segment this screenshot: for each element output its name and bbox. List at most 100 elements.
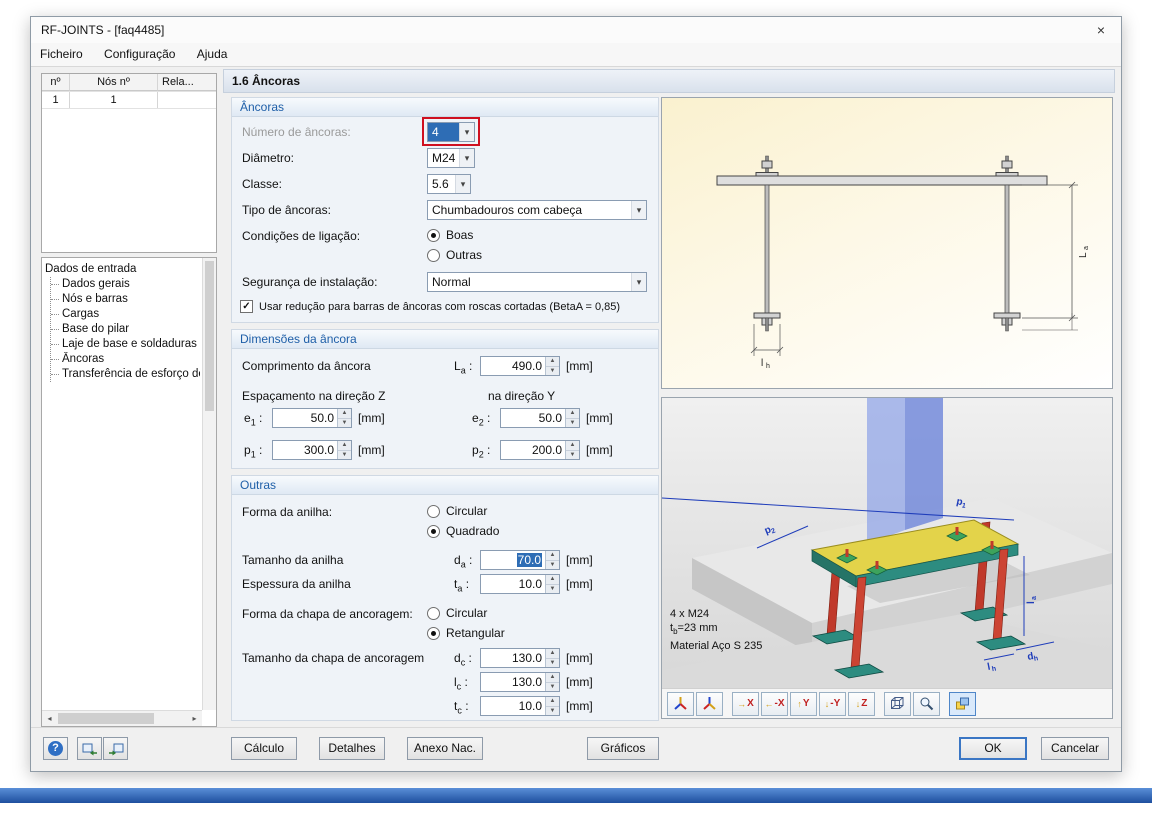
e2-input[interactable]: 50.0 ▲ ▼ [500,408,580,428]
tc-input[interactable]: 10.0 ▲ ▼ [480,696,560,716]
calculation-button[interactable]: Cálculo [231,737,297,760]
column-header-no: nº [42,74,70,91]
lc-input[interactable]: 130.0 ▲ ▼ [480,672,560,692]
scroll-right-icon[interactable]: ▸ [187,711,202,726]
spin-down-icon[interactable]: ▼ [338,450,351,459]
radio-plate-circular[interactable]: Circular [427,605,487,621]
zoom-button[interactable] [913,691,940,716]
help-button[interactable]: ? [43,737,68,760]
menu-ficheiro[interactable]: Ficheiro [31,43,92,65]
dropdown-arrow-icon: ▾ [459,123,474,141]
tree-item-dados-gerais[interactable]: Dados gerais [51,277,200,292]
group-dimensoes: Dimensões da âncora Comprimento da âncor… [231,329,659,469]
graphics-button[interactable]: Gráficos [587,737,659,760]
view-in-z-button[interactable]: ↓ Z [848,691,875,716]
e1-input[interactable]: 50.0 ▲ ▼ [272,408,352,428]
details-button[interactable]: Detalhes [319,737,385,760]
reduction-checkbox-row[interactable]: ✓ Usar redução para barras de âncoras co… [240,300,620,313]
lc-symbol: lc : [454,675,468,692]
ok-button[interactable]: OK [959,737,1027,760]
spin-up-icon[interactable]: ▲ [546,575,559,585]
spin-down-icon[interactable]: ▼ [546,560,559,569]
isometric-view-button-1[interactable] [667,691,694,716]
group-ancoras: Âncoras Número de âncoras: 4 ▾ Diâmetro:… [231,97,659,323]
radio-conditions-other[interactable]: Outras [427,247,482,263]
table-row[interactable]: 1 1 [42,92,216,109]
anchor-type-label: Tipo de âncoras: [242,203,331,217]
view-against-y-button[interactable]: ↓ -Y [819,691,846,716]
radio-unselected-icon [427,606,440,620]
spin-down-icon[interactable]: ▼ [546,658,559,667]
spin-up-icon[interactable]: ▲ [566,409,579,419]
menu-ajuda[interactable]: Ajuda [188,43,237,65]
washer-size-input[interactable]: 70.0 ▲ ▼ [480,550,560,570]
view-against-x-button[interactable]: ← -X [761,691,788,716]
spin-down-icon[interactable]: ▼ [546,706,559,715]
p1-input[interactable]: 300.0 ▲ ▼ [272,440,352,460]
scrollbar-thumb[interactable] [58,713,154,724]
tree-item-base-do-pilar[interactable]: Base do pilar [51,322,200,337]
isometric-view-button-2[interactable] [696,691,723,716]
direction-arrow-icon: ↓ [824,698,830,709]
class-combobox[interactable]: 5.6 ▾ [427,174,471,194]
washer-thickness-input[interactable]: 10.0 ▲ ▼ [480,574,560,594]
render-3d-viewport[interactable]: p 1 p 2 l a l h d h 4 x M24 tb=23 mm Mat… [661,398,1112,689]
radio-conditions-good[interactable]: Boas [427,227,473,243]
info-plate-thickness: tb=23 mm [670,621,718,636]
tree-horizontal-scrollbar[interactable]: ◂ ▸ [42,710,202,726]
national-annex-button[interactable]: Anexo Nac. [407,737,483,760]
svg-text:l: l [1026,601,1037,604]
spin-up-icon[interactable]: ▲ [546,697,559,707]
menu-configuracao[interactable]: Configuração [95,43,184,65]
cancel-button[interactable]: Cancelar [1041,737,1109,760]
group-dimensoes-title: Dimensões da âncora [232,330,658,349]
checkbox-checked-icon[interactable]: ✓ [240,300,253,313]
dc-input[interactable]: 130.0 ▲ ▼ [480,648,560,668]
perspective-view-button[interactable] [884,691,911,716]
anchor-length-input[interactable]: 490.0 ▲ ▼ [480,356,560,376]
tree-root-dados-de-entrada[interactable]: Dados de entrada [45,261,200,277]
spin-up-icon[interactable]: ▲ [338,441,351,451]
spin-down-icon[interactable]: ▼ [566,418,579,427]
spin-down-icon[interactable]: ▼ [566,450,579,459]
tree-item-laje-de-base[interactable]: Laje de base e soldaduras [51,337,200,352]
radio-washer-square[interactable]: Quadrado [427,523,499,539]
transfer-input-button-1[interactable] [77,737,102,760]
help-icon: ? [48,741,63,756]
anchor-type-combobox[interactable]: Chumbadouros com cabeça ▾ [427,200,647,220]
scroll-left-icon[interactable]: ◂ [42,711,57,726]
rf-joints-dialog: RF-JOINTS - [faq4485] × Ficheiro Configu… [30,16,1122,772]
scrollbar-thumb[interactable] [205,261,214,411]
tree-item-nos-e-barras[interactable]: Nós e barras [51,292,200,307]
spin-down-icon[interactable]: ▼ [546,366,559,375]
tree-vertical-scrollbar[interactable] [202,258,216,710]
num-anchors-combobox[interactable]: 4 ▾ [427,122,475,142]
tree-item-cargas[interactable]: Cargas [51,307,200,322]
tree-item-ancoras[interactable]: Âncoras [51,352,200,367]
diameter-combobox[interactable]: M24 ▾ [427,148,475,168]
spin-up-icon[interactable]: ▲ [546,673,559,683]
title-bar: RF-JOINTS - [faq4485] × [31,17,1121,43]
close-icon[interactable]: × [1089,20,1113,40]
render-mode-button[interactable] [949,691,976,716]
unit-label: [mm] [566,577,593,591]
spin-down-icon[interactable]: ▼ [546,584,559,593]
spin-up-icon[interactable]: ▲ [338,409,351,419]
spin-down-icon[interactable]: ▼ [546,682,559,691]
spin-up-icon[interactable]: ▲ [546,551,559,561]
layers-icon [956,697,969,710]
spin-up-icon[interactable]: ▲ [546,357,559,367]
view-in-y-button[interactable]: ↑ Y [790,691,817,716]
tree-item-transferencia[interactable]: Transferência de esforço de co [51,367,200,382]
spin-down-icon[interactable]: ▼ [338,418,351,427]
radio-plate-rectangular[interactable]: Retangular [427,625,505,641]
radio-washer-circular[interactable]: Circular [427,503,487,519]
svg-text:a: a [1031,596,1038,600]
spin-up-icon[interactable]: ▲ [546,649,559,659]
view-in-x-button[interactable]: → X [732,691,759,716]
installation-safety-combobox[interactable]: Normal ▾ [427,272,647,292]
transfer-input-button-2[interactable] [103,737,128,760]
spin-up-icon[interactable]: ▲ [566,441,579,451]
dc-symbol: dc : [454,651,472,668]
p2-input[interactable]: 200.0 ▲ ▼ [500,440,580,460]
